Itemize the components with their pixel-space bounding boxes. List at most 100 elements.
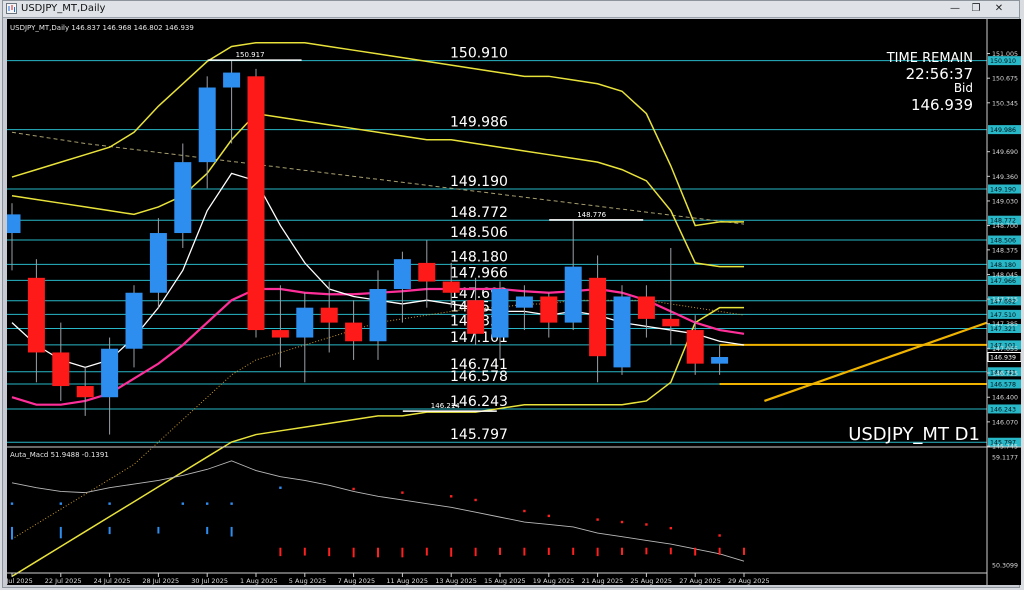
price-tick-label: 146.070 — [992, 419, 1018, 426]
macd-signal-dot — [547, 514, 550, 518]
price-tick-label: 148.375 — [992, 247, 1018, 254]
level-price-tag-label: 148.180 — [990, 262, 1016, 269]
candle-body[interactable] — [369, 289, 387, 342]
price-tick-label: 149.030 — [992, 198, 1018, 205]
level-price-tag-label: 146.578 — [990, 381, 1016, 388]
candle-body[interactable] — [686, 330, 704, 364]
level-price-tag-label: 149.986 — [990, 127, 1016, 134]
candle-body[interactable] — [247, 76, 265, 331]
time-tick-label: 5 Aug 2025 — [289, 577, 327, 585]
candle-body[interactable] — [7, 214, 21, 234]
time-tick-label: 11 Aug 2025 — [386, 577, 428, 585]
candle-body[interactable] — [589, 277, 607, 357]
price-tick-label: 147.055 — [992, 346, 1018, 353]
candle-body[interactable] — [467, 300, 485, 334]
macd-signal-dot — [181, 502, 184, 505]
candle-body[interactable] — [515, 296, 533, 308]
macd-signal-dot — [401, 491, 404, 494]
macd-signal-dot — [718, 534, 721, 537]
candle-body[interactable] — [613, 296, 631, 368]
candle-body[interactable] — [393, 259, 411, 290]
level-label: 149.986 — [450, 115, 508, 131]
time-tick-label: 22 Jul 2025 — [45, 577, 82, 585]
level-label: 148.772 — [450, 205, 508, 221]
candle-body[interactable] — [320, 307, 338, 323]
macd-signal-dot — [523, 509, 526, 513]
price-tick-label: 148.045 — [992, 272, 1018, 279]
annotation-label: 150.917 — [236, 51, 265, 59]
bid-value: 146.939 — [911, 96, 973, 114]
bid-label: Bid — [954, 81, 973, 95]
price-tick-label: 150.345 — [992, 100, 1018, 107]
candle-body[interactable] — [540, 296, 558, 323]
time-remain-label: TIME REMAIN — [886, 51, 973, 66]
candle-body[interactable] — [442, 281, 460, 293]
price-tick-label: 149.360 — [992, 174, 1018, 181]
price-tick-label: 151.005 — [992, 51, 1018, 58]
time-tick-label: 25 Aug 2025 — [630, 577, 672, 585]
macd-signal-dot — [206, 502, 209, 505]
macd-signal-dot — [450, 495, 453, 498]
macd-tick-label: 50.3099 — [992, 562, 1018, 569]
macd-signal-dot — [669, 526, 672, 530]
candle-body[interactable] — [662, 318, 680, 327]
candle-body[interactable] — [564, 266, 582, 323]
time-tick-label: 15 Aug 2025 — [484, 577, 526, 585]
maximize-button[interactable]: ❐ — [968, 2, 984, 15]
level-label: 148.506 — [450, 225, 508, 241]
macd-signal-dot — [645, 523, 648, 526]
macd-signal-dot — [108, 502, 111, 505]
annotation-label: 146.214 — [431, 402, 460, 410]
candle-body[interactable] — [296, 307, 314, 338]
time-tick-label: 1 Aug 2025 — [240, 577, 278, 585]
macd-signal-dot — [474, 498, 477, 502]
time-tick-label: 30 Jul 2025 — [191, 577, 228, 585]
candle-body[interactable] — [711, 357, 729, 364]
price-tick-label: 147.385 — [992, 321, 1018, 328]
level-price-tag-label: 147.510 — [990, 312, 1016, 319]
time-tick-label: 7 Aug 2025 — [338, 577, 376, 585]
minimize-button[interactable]: — — [947, 2, 963, 15]
candle-body[interactable] — [101, 348, 119, 398]
indicator-header: Auta_Macd 51.9488 -0.1391 — [10, 451, 109, 459]
macd-signal-dot — [279, 486, 282, 489]
candle-body[interactable] — [198, 87, 216, 163]
candle-body[interactable] — [125, 292, 143, 349]
level-price-tag-label: 146.243 — [990, 406, 1016, 413]
level-label: 145.797 — [450, 427, 508, 443]
macd-signal-dot — [230, 502, 233, 505]
window-titlebar[interactable]: USDJPY_MT,Daily — ❐ ✕ — [3, 1, 1019, 18]
candle-body[interactable] — [76, 386, 94, 398]
candle-body[interactable] — [174, 162, 192, 234]
price-tick-label: 146.725 — [992, 370, 1018, 377]
macd-signal-dot — [10, 502, 14, 505]
candle-body[interactable] — [491, 289, 509, 338]
candle-body[interactable] — [52, 352, 70, 387]
chart-icon — [6, 3, 17, 14]
price-tick-label: 146.400 — [992, 395, 1018, 402]
candle-body[interactable] — [149, 233, 167, 293]
time-tick-label: 29 Aug 2025 — [728, 577, 770, 585]
macd-signal-dot — [620, 520, 624, 524]
candle-body[interactable] — [637, 296, 655, 319]
candle-body[interactable] — [345, 322, 363, 342]
candle-body[interactable] — [27, 277, 45, 353]
chart-info-header: USDJPY_MT,Daily 146.837 146.968 146.802 … — [10, 24, 194, 32]
annotation-label: 148.776 — [577, 211, 606, 219]
price-chart[interactable]: 150.910 150.910 149.986 149.986 149.190 149.1… — [7, 19, 1021, 585]
time-tick-label: 21 Aug 2025 — [582, 577, 624, 585]
macd-signal-dot — [59, 502, 62, 505]
candle-body[interactable] — [223, 72, 241, 88]
close-button[interactable]: ✕ — [991, 2, 1007, 15]
macd-tick-label: 59.1177 — [992, 454, 1018, 461]
candle-body[interactable] — [418, 262, 436, 282]
time-tick-label: 13 Aug 2025 — [435, 577, 477, 585]
price-tick-label: 150.675 — [992, 76, 1018, 83]
current-price-label: 146.939 — [990, 355, 1016, 362]
time-tick-label: 27 Aug 2025 — [679, 577, 721, 585]
time-tick-label: 19 Aug 2025 — [533, 577, 575, 585]
level-label: 147.966 — [450, 265, 508, 281]
macd-signal-dot — [352, 487, 355, 491]
candle-body[interactable] — [271, 330, 289, 338]
time-tick-label: 18 Jul 2025 — [7, 577, 33, 585]
